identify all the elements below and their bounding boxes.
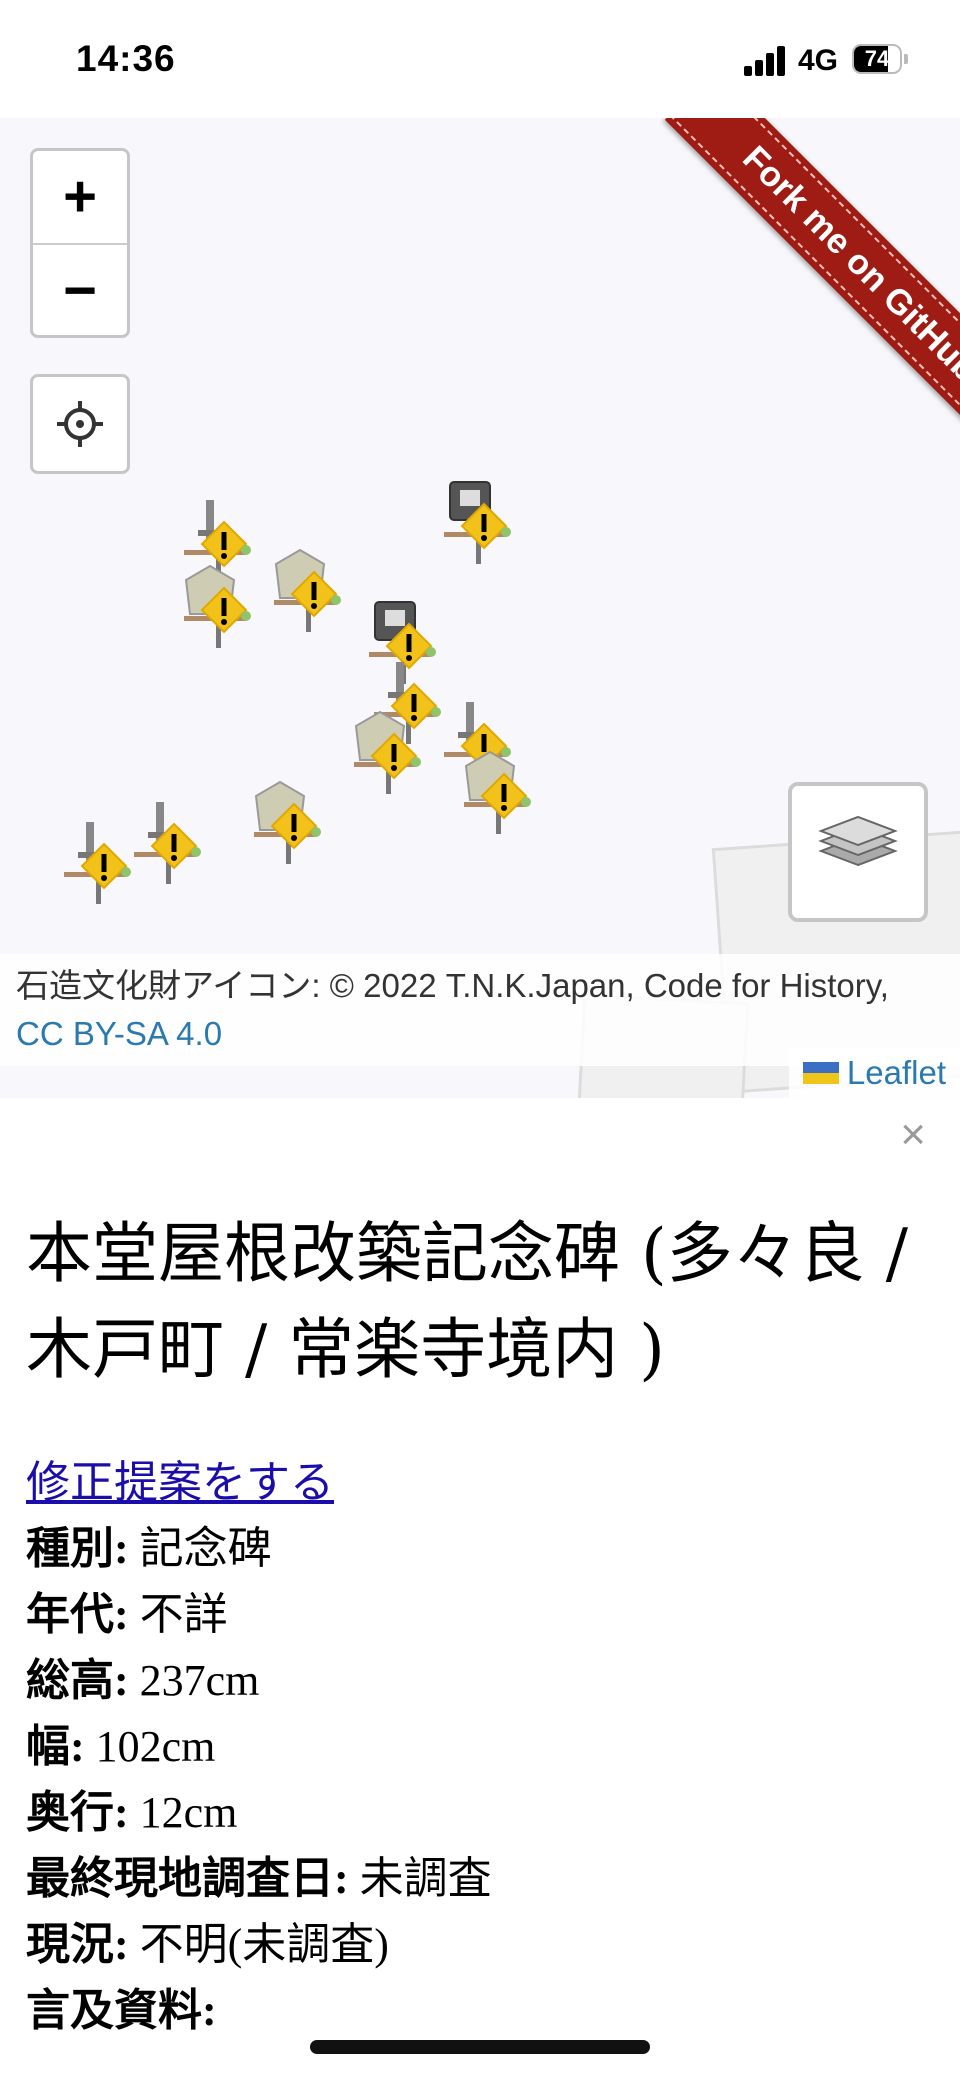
- monument-title: 本堂屋根改築記念碑 (多々良 / 木戸町 / 常楽寺境内 ): [26, 1215, 908, 1388]
- stone-monument-marker-icon[interactable]: [250, 778, 330, 868]
- license-link[interactable]: CC BY-SA 4.0: [16, 1015, 222, 1052]
- stone-monument-marker-icon[interactable]: [460, 748, 540, 838]
- detail-row: 幅: 102cm: [26, 1714, 926, 1780]
- signal-icon: [744, 44, 788, 76]
- detail-row: 言及資料:: [26, 1978, 926, 2044]
- detail-label: 言及資料:: [26, 1986, 217, 2035]
- detail-row: 年代: 不詳: [26, 1582, 926, 1648]
- stone-monument-marker-icon[interactable]: [180, 562, 260, 652]
- battery-level: 74: [864, 46, 890, 71]
- detail-label: 総高:: [26, 1656, 129, 1705]
- detail-row: 奥行: 12cm: [26, 1780, 926, 1846]
- detail-row: 現況: 不明(未調査): [26, 1912, 926, 1978]
- leaflet-link[interactable]: Leaflet: [847, 1048, 946, 1098]
- stone-monument-marker-icon[interactable]: [130, 798, 210, 888]
- zoom-out-button[interactable]: −: [33, 245, 127, 335]
- fork-me-ribbon[interactable]: Fork me on GitHub: [664, 118, 960, 460]
- layers-icon: [818, 815, 898, 867]
- stone-monument-marker-icon[interactable]: [270, 546, 350, 636]
- ukraine-flag-icon: [802, 1062, 839, 1084]
- detail-row: 最終現地調査日: 未調査: [26, 1846, 926, 1912]
- detail-value: 不詳: [128, 1590, 228, 1639]
- home-indicator: [310, 2040, 650, 2054]
- fork-me-label: Fork me on GitHub: [735, 138, 960, 389]
- detail-label: 現況:: [26, 1920, 129, 1969]
- status-time: 14:36: [76, 38, 176, 79]
- github-ribbon-area: Fork me on GitHub: [560, 118, 960, 518]
- detail-label: 幅:: [26, 1722, 85, 1771]
- info-panel: × 本堂屋根改築記念碑 (多々良 / 木戸町 / 常楽寺境内 ) 修正提案をする…: [0, 1098, 960, 2079]
- detail-label: 最終現地調査日:: [26, 1854, 349, 1903]
- detail-label: 奥行:: [26, 1788, 129, 1837]
- layers-button[interactable]: [788, 782, 928, 922]
- stone-monument-marker-icon[interactable]: [350, 708, 430, 798]
- detail-label: 年代:: [26, 1590, 129, 1639]
- crosshair-icon: [57, 401, 103, 447]
- detail-value: 12cm: [128, 1788, 238, 1837]
- battery-icon: 74: [852, 44, 910, 76]
- detail-row: 種別: 記念碑: [26, 1516, 926, 1582]
- monument-details: 修正提案をする 種別: 記念碑 年代: 不詳 総高: 237cm 幅: 102c…: [26, 1450, 926, 2044]
- detail-value: 記念碑: [128, 1524, 272, 1573]
- detail-row: 総高: 237cm: [26, 1648, 926, 1714]
- zoom-in-button[interactable]: +: [33, 151, 127, 243]
- detail-value: 237cm: [128, 1656, 260, 1705]
- stone-monument-marker-icon[interactable]: [60, 818, 140, 908]
- close-button[interactable]: ×: [900, 1110, 926, 1160]
- attribution-text: 石造文化財アイコン: © 2022 T.N.K.Japan, Code for …: [16, 967, 889, 1004]
- locate-button[interactable]: [30, 374, 130, 474]
- detail-value: 未調査: [348, 1854, 492, 1903]
- zoom-control: + −: [30, 148, 130, 338]
- edit-suggestion-link[interactable]: 修正提案をする: [26, 1458, 334, 1507]
- network-type: 4G: [798, 44, 839, 77]
- detail-value: 不明(未調査): [128, 1920, 389, 1969]
- map[interactable]: + − Fork me on GitHub 石造文化財アイコン: © 2022 …: [0, 118, 960, 1098]
- leaflet-attribution[interactable]: Leaflet: [788, 1048, 960, 1098]
- status-bar: 14:36 4G 74: [0, 0, 960, 118]
- detail-label: 種別:: [26, 1524, 129, 1573]
- detail-value: 102cm: [84, 1722, 216, 1771]
- stone-monument-marker-icon[interactable]: [440, 478, 520, 568]
